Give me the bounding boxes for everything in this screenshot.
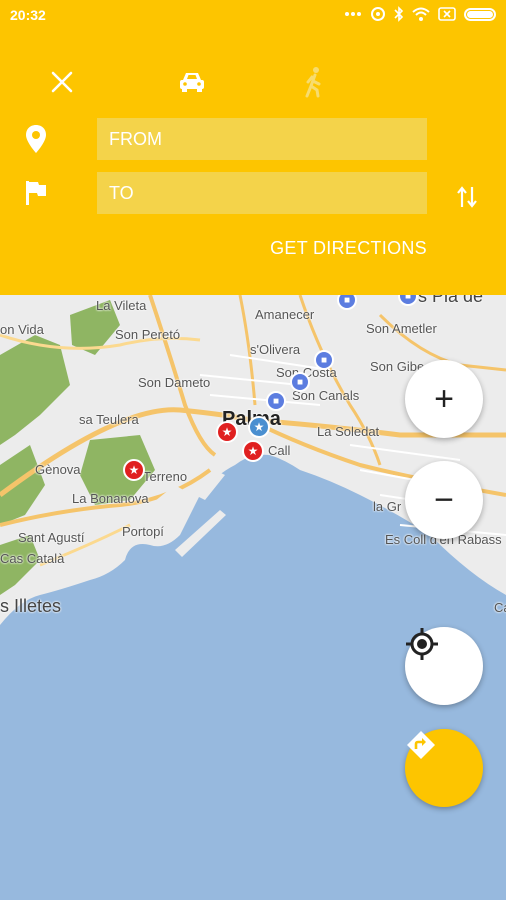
directions-panel: GET DIRECTIONS bbox=[0, 30, 506, 295]
star-marker-red[interactable]: ★ bbox=[242, 440, 264, 462]
swap-button[interactable] bbox=[452, 180, 482, 214]
map-label-son-vida: on Vida bbox=[0, 322, 44, 337]
map-label-illetes: s Illetes bbox=[0, 596, 62, 616]
map-label-la-bonanova: La Bonanova bbox=[72, 491, 149, 506]
map-label-pla-de: s Pla de bbox=[418, 295, 484, 306]
to-row bbox=[0, 172, 506, 214]
sim-off-icon bbox=[438, 7, 456, 21]
map-label-son-dameto: Son Dameto bbox=[138, 375, 211, 390]
swap-vertical-icon bbox=[457, 186, 477, 208]
get-directions-button[interactable]: GET DIRECTIONS bbox=[270, 238, 427, 259]
star-marker-blue[interactable]: ★ bbox=[248, 416, 270, 438]
to-input[interactable] bbox=[97, 172, 427, 214]
my-location-icon bbox=[406, 628, 438, 660]
star-marker-red[interactable]: ★ bbox=[216, 421, 238, 443]
map-label-sa-teulera: sa Teulera bbox=[79, 412, 139, 427]
status-icons bbox=[344, 6, 496, 22]
walk-mode-button[interactable] bbox=[292, 60, 336, 104]
map-label-call: Call bbox=[268, 443, 291, 458]
star-marker-red[interactable]: ★ bbox=[123, 459, 145, 481]
transit-marker[interactable]: ■ bbox=[290, 372, 310, 392]
map-label-la-soledat: La Soledat bbox=[317, 424, 380, 439]
status-time: 20:32 bbox=[10, 7, 46, 23]
map-label-sant-agusti: Sant Agustí bbox=[18, 530, 85, 545]
close-button[interactable] bbox=[40, 60, 84, 104]
battery-icon bbox=[464, 7, 496, 21]
travel-mode-row bbox=[0, 60, 506, 104]
directions-fab[interactable] bbox=[405, 729, 483, 807]
location-pin-icon bbox=[22, 122, 50, 156]
map-label-genova: Gènova bbox=[35, 462, 81, 477]
transit-marker[interactable]: ■ bbox=[266, 391, 286, 411]
map-label-cas-catala: Cas Català bbox=[0, 551, 65, 566]
transit-marker[interactable]: ■ bbox=[314, 350, 334, 370]
car-mode-button[interactable] bbox=[170, 60, 214, 104]
map-label-portopi: Portopí bbox=[122, 524, 164, 539]
car-icon bbox=[180, 73, 204, 92]
bluetooth-icon bbox=[394, 6, 404, 22]
zoom-in-button[interactable]: + bbox=[405, 360, 483, 438]
map-label-amanecer: Amanecer bbox=[255, 307, 315, 322]
zoom-in-label: + bbox=[434, 380, 454, 418]
zoom-out-label: − bbox=[434, 481, 454, 519]
map-view[interactable]: La Vileta on Vida Son Peretó Amanecer s … bbox=[0, 295, 506, 900]
map-label-la-gr: la Gr bbox=[373, 499, 402, 514]
map-label-solivera: s'Olivera bbox=[250, 342, 301, 357]
map-label-terreno: Terreno bbox=[143, 469, 188, 484]
map-label-la-vileta: La Vileta bbox=[96, 298, 147, 313]
more-dots-icon bbox=[344, 11, 362, 17]
wifi-icon bbox=[412, 7, 430, 21]
directions-icon bbox=[407, 731, 435, 759]
my-location-button[interactable] bbox=[405, 627, 483, 705]
map-label-ca: Ca bbox=[494, 600, 506, 615]
map-label-son-ametler: Son Ametler bbox=[366, 321, 437, 336]
walk-icon bbox=[305, 67, 321, 98]
close-icon bbox=[51, 71, 73, 93]
map-label-son-pereto: Son Peretó bbox=[115, 327, 181, 342]
from-row bbox=[0, 118, 506, 160]
alarm-icon bbox=[370, 6, 386, 22]
from-input[interactable] bbox=[97, 118, 427, 160]
zoom-out-button[interactable]: − bbox=[405, 461, 483, 539]
status-bar: 20:32 bbox=[0, 0, 506, 30]
flag-icon bbox=[22, 176, 50, 210]
